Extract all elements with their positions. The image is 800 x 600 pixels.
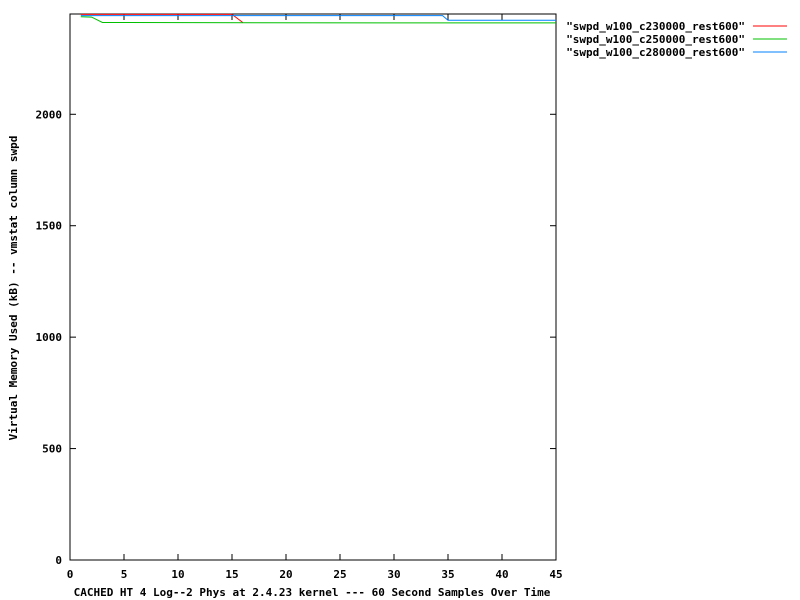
- y-tick-label: 1500: [36, 220, 63, 233]
- line-chart: 0 5 10 15 20 25 30 35 40 45 0 500 1000 1500 2000 "swpd…: [7, 13, 787, 599]
- axes-layer: 0 5 10 15 20 25 30 35 40 45 0 500 1000 1500 2000: [36, 13, 563, 581]
- x-tick-label: 5: [121, 568, 128, 581]
- legend-layer: "swpd_w100_c230000_rest600""swpd_w100_c2…: [566, 20, 787, 59]
- x-tick-label: 35: [441, 568, 454, 581]
- x-axis-label: CACHED HT 4 Log--2 Phys at 2.4.23 kernel…: [74, 586, 551, 599]
- y-axis-label: Virtual Memory Used (kB) -- vmstat colum…: [7, 136, 20, 441]
- x-tick-label: 25: [333, 568, 346, 581]
- series-layer: [80, 13, 556, 24]
- plot-border: [69, 13, 557, 561]
- y-tick-label: 1000: [36, 331, 63, 344]
- x-tick-label: 45: [549, 568, 562, 581]
- legend-label: "swpd_w100_c280000_rest600": [566, 46, 745, 59]
- x-tick-label: 40: [495, 568, 508, 581]
- x-tick-label: 30: [387, 568, 400, 581]
- y-tick-label: 0: [55, 554, 62, 567]
- legend-label: "swpd_w100_c250000_rest600": [566, 33, 745, 46]
- y-tick-label: 500: [42, 443, 62, 456]
- x-tick-label: 15: [225, 568, 238, 581]
- x-tick-label: 10: [171, 568, 184, 581]
- x-tick-label: 20: [279, 568, 292, 581]
- y-tick-label: 2000: [36, 108, 63, 121]
- series-line-3: [80, 15, 556, 21]
- x-tick-label: 0: [67, 568, 74, 581]
- legend-label: "swpd_w100_c230000_rest600": [566, 20, 745, 33]
